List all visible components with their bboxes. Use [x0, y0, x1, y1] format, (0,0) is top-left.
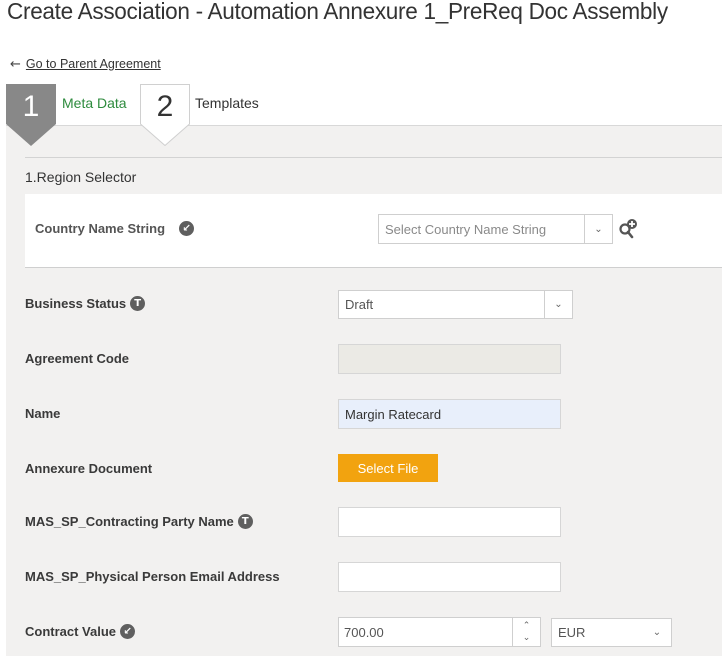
- chevron-down-icon[interactable]: ⌄: [544, 291, 572, 318]
- contract-value-label: Contract Value ↙: [25, 624, 136, 639]
- section-title: 1.Region Selector: [25, 169, 137, 185]
- step-2-badge: 2: [140, 84, 190, 146]
- text-type-icon: T: [130, 296, 146, 311]
- email-field[interactable]: [338, 562, 561, 592]
- chevron-up-icon[interactable]: ⌃: [523, 620, 531, 632]
- contracting-party-field[interactable]: [338, 507, 561, 537]
- business-status-value: Draft: [345, 297, 374, 312]
- chevron-down-icon[interactable]: ⌄: [584, 215, 612, 243]
- business-status-label-text: Business Status: [25, 296, 127, 311]
- step-2-number: 2: [156, 90, 174, 123]
- name-field[interactable]: Margin Ratecard: [338, 399, 561, 429]
- email-label-text: MAS_SP_Physical Person Email Address: [25, 569, 280, 584]
- currency-select[interactable]: EUR ⌄: [551, 618, 672, 647]
- step-2-label: Templates: [195, 95, 259, 111]
- agreement-code-label-text: Agreement Code: [25, 351, 130, 366]
- currency-value: EUR: [558, 625, 586, 640]
- agreement-code-field[interactable]: [338, 344, 561, 374]
- chevron-down-icon[interactable]: ⌄: [643, 619, 671, 646]
- name-label: Name: [25, 406, 60, 421]
- name-label-text: Name: [25, 406, 61, 421]
- annexure-document-label: Annexure Document: [25, 461, 152, 476]
- country-name-select[interactable]: Select Country Name String ⌄: [378, 214, 613, 244]
- contracting-party-label-text: MAS_SP_Contracting Party Name: [25, 514, 234, 529]
- contract-value-field[interactable]: 700.00: [339, 618, 512, 646]
- page-title: Create Association - Automation Annexure…: [7, 0, 668, 24]
- arrow-left-icon: ←: [10, 56, 21, 72]
- annexure-document-label-text: Annexure Document: [25, 461, 153, 476]
- select-file-button[interactable]: Select File: [338, 454, 438, 482]
- contract-value-label-text: Contract Value: [25, 624, 117, 639]
- go-to-parent-agreement-link[interactable]: ← Go to Parent Agreement: [10, 57, 161, 71]
- chevron-down-icon[interactable]: ⌄: [523, 632, 531, 644]
- contract-value-spinner[interactable]: ⌃ ⌄: [512, 618, 540, 646]
- agreement-code-label: Agreement Code: [25, 351, 129, 366]
- country-name-label-text: Country Name String: [35, 221, 166, 236]
- step-1-badge: 1: [6, 84, 56, 146]
- lookup-arrow-icon: ↙: [179, 221, 195, 236]
- lookup-arrow-icon: ↙: [120, 624, 136, 639]
- back-link-label: Go to Parent Agreement: [25, 57, 161, 71]
- business-status-label: Business Status T: [25, 296, 146, 311]
- contract-value-stepper[interactable]: 700.00 ⌃ ⌄: [338, 617, 541, 647]
- step-1-number: 1: [22, 90, 40, 123]
- region-selector-box: Country Name String ↙ Select Country Nam…: [25, 194, 722, 268]
- step-1-label: Meta Data: [62, 95, 127, 111]
- search-plus-icon[interactable]: [617, 218, 639, 240]
- country-name-placeholder: Select Country Name String: [385, 221, 547, 237]
- text-type-icon: T: [237, 514, 253, 529]
- email-label: MAS_SP_Physical Person Email Address: [25, 569, 280, 584]
- country-name-label: Country Name String ↙: [35, 221, 195, 236]
- section-divider: [25, 157, 722, 158]
- contracting-party-label: MAS_SP_Contracting Party Name T: [25, 514, 253, 529]
- business-status-select[interactable]: Draft ⌄: [338, 290, 573, 319]
